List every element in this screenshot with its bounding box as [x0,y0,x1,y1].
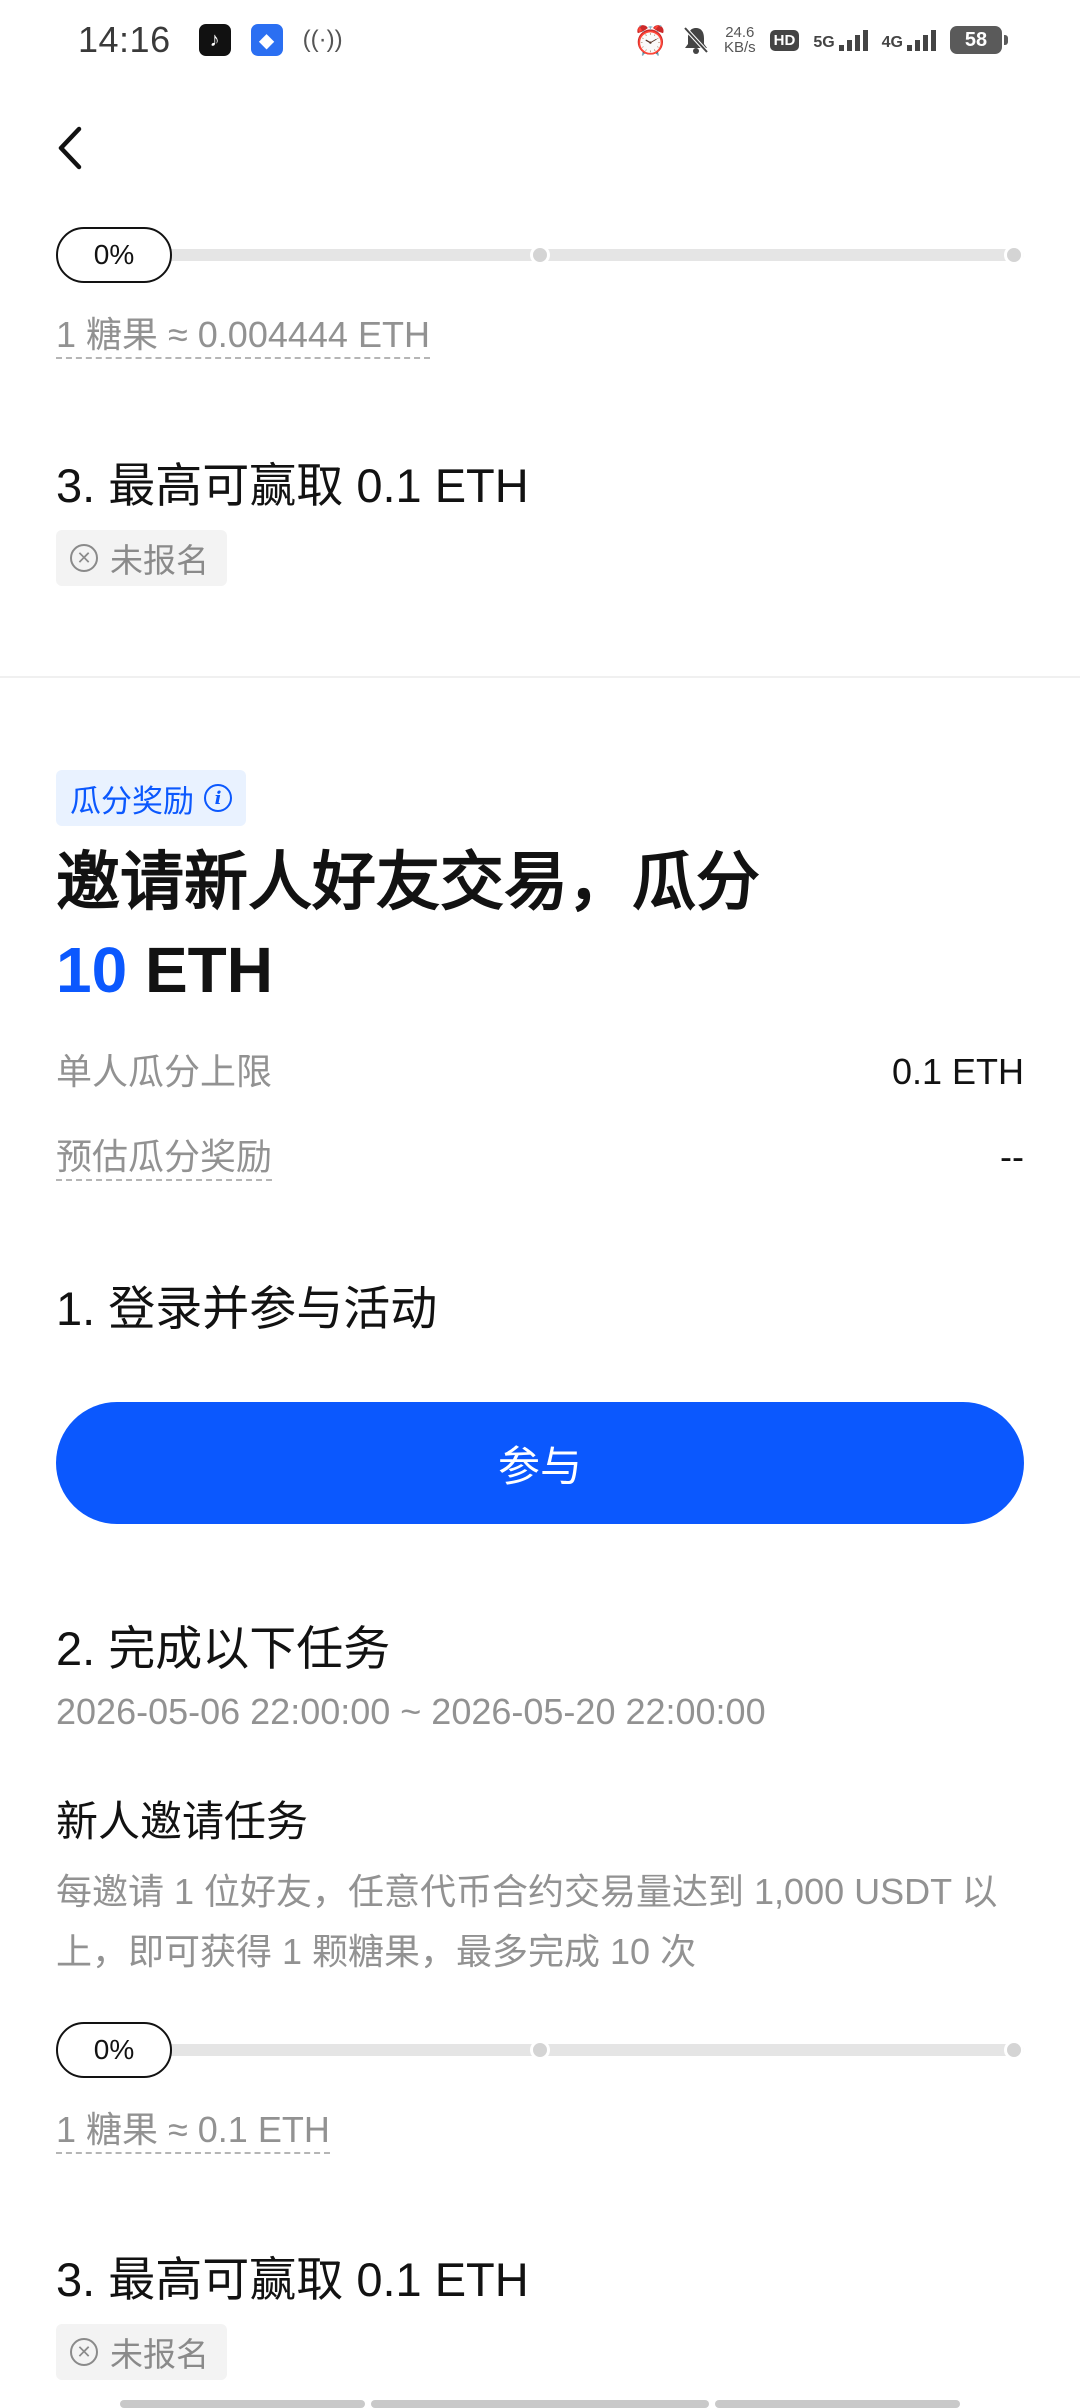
progress-milestone [1004,245,1024,265]
step1-title: 1. 登录并参与活动 [56,1282,438,1335]
progress-milestone [530,245,550,265]
signal-5g-icon [838,29,868,51]
title-suffix: ETH [127,934,273,1006]
progress-bar: 0% [56,2022,1024,2078]
net-speed-value: 24.6 [725,24,755,41]
signup-status-badge: ✕ 未报名 [56,530,227,586]
split-reward-tag[interactable]: 瓜分奖励 i [56,770,246,826]
candy-rate[interactable]: 1 糖果 ≈ 0.004444 ETH [56,315,430,359]
cap-value: 0.1 ETH [891,1051,1024,1092]
app-icon: ◆ [250,24,283,56]
hotspot-icon: ((·)) [302,26,343,53]
status-time: 14:16 [78,19,171,60]
page-title: 邀请新人好友交易，瓜分 10 ETH [56,838,776,1014]
status-right: ⏰ 24.6 KB/s HD 5G 4G 58 [633,24,1008,57]
candy-rate[interactable]: 1 糖果 ≈ 0.1 ETH [56,2110,330,2154]
signup-status-label: 未报名 [110,542,209,579]
status-bar: 14:16 ♪ ◆ ((·)) ⏰ 24.6 KB/s HD 5G 4G 58 [0,0,1080,80]
page: 14:16 ♪ ◆ ((·)) ⏰ 24.6 KB/s HD 5G 4G 58 … [0,0,1080,2408]
progress-milestone [530,2040,550,2060]
progress-percent: 0% [56,227,172,283]
tiktok-icon: ♪ [198,24,231,56]
signal-5g: 5G [813,29,868,51]
alarm-icon: ⏰ [633,24,668,56]
progress-percent: 0% [56,2022,172,2078]
step3-title: 3. 最高可赢取 0.1 ETH [56,2253,529,2306]
progress-milestone [1004,2040,1024,2060]
signal-4g-icon [907,29,936,51]
home-indicator[interactable] [120,2400,960,2408]
close-circle-icon: ✕ [70,2338,98,2366]
mute-bell-icon [683,26,709,54]
close-circle-icon: ✕ [70,544,98,572]
net-speed-unit: KB/s [723,39,756,56]
join-button[interactable]: 参与 [56,1402,1024,1524]
signal-4g: 4G [882,29,936,51]
step2-title: 2. 完成以下任务 [56,1622,391,1675]
signup-status-label: 未报名 [110,2336,209,2373]
estimate-value: -- [1000,1136,1024,1177]
chevron-left-icon [58,126,82,170]
split-reward-tag-label: 瓜分奖励 [70,783,194,819]
task-title: 新人邀请任务 [56,1798,309,1845]
status-left: 14:16 ♪ ◆ ((·)) [78,19,343,61]
estimate-label[interactable]: 预估瓜分奖励 [56,1135,273,1181]
back-button[interactable] [40,118,100,178]
signup-status-badge: ✕ 未报名 [56,2324,227,2380]
signal-4g-label: 4G [881,34,903,51]
hd-badge: HD [769,29,800,51]
title-prefix: 邀请新人好友交易，瓜分 [56,846,760,918]
info-icon[interactable]: i [204,784,232,812]
task-description: 每邀请 1 位好友，任意代币合约交易量达到 1,000 USDT 以上，即可获得… [56,1871,998,1972]
signal-5g-label: 5G [813,34,835,51]
date-range: 2026-05-06 22:00:00 ~ 2026-05-20 22:00:0… [56,1691,766,1732]
title-amount: 10 [56,934,128,1006]
battery-icon: 58 [950,26,1008,54]
section-divider [0,676,1080,678]
net-speed: 24.6 KB/s [724,25,756,55]
cap-label: 单人瓜分上限 [56,1051,273,1092]
step3-title: 3. 最高可赢取 0.1 ETH [56,459,529,512]
progress-bar: 0% [56,227,1024,283]
